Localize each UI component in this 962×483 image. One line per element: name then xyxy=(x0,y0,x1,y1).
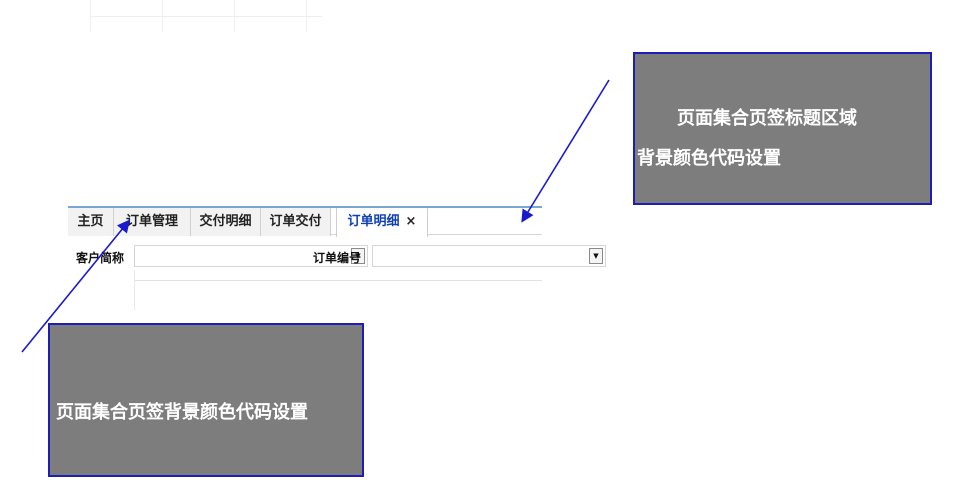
annotation-arrows xyxy=(21,79,610,353)
arrow-to-tab-title-area xyxy=(521,79,610,223)
arrow-to-tab-background xyxy=(21,219,131,353)
